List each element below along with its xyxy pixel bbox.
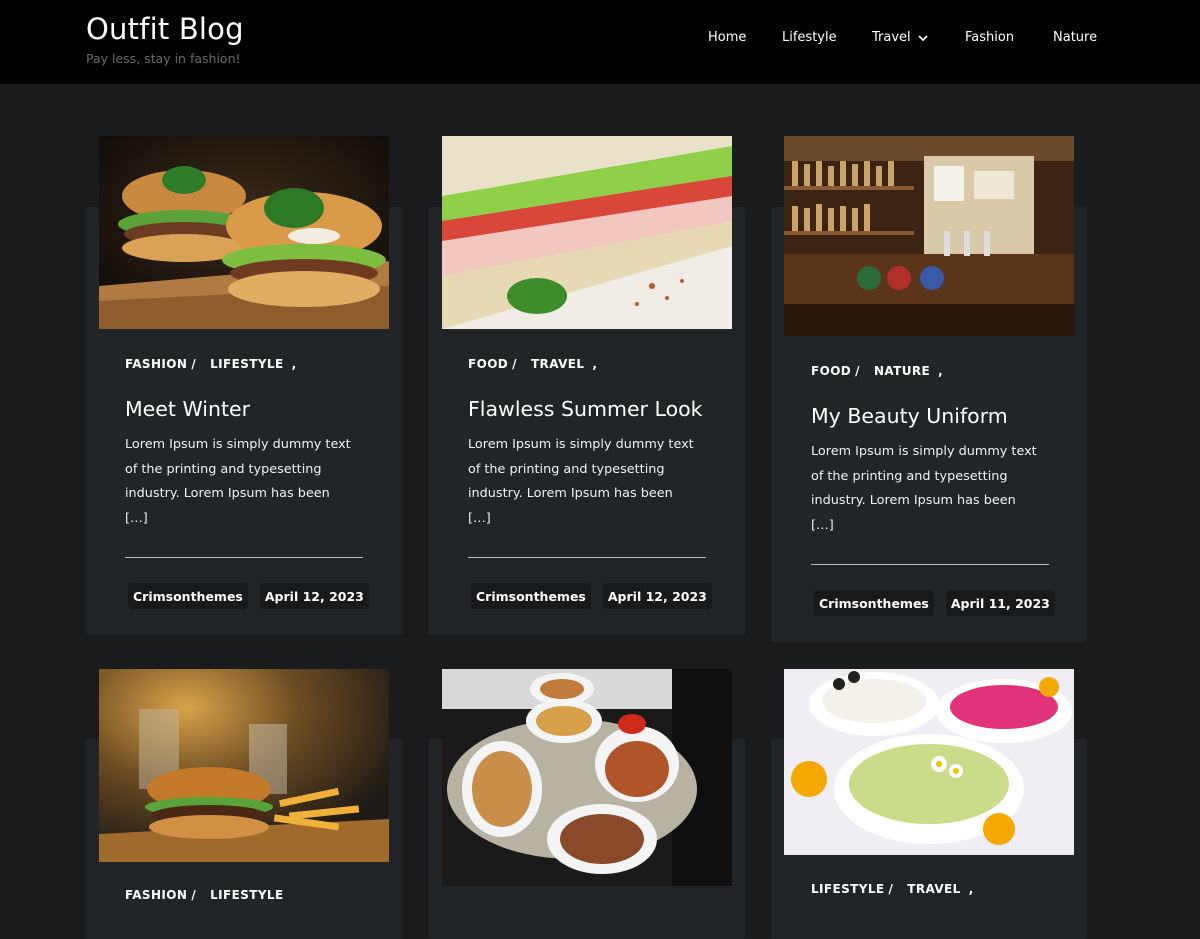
category-link[interactable]: FOOD [811,364,851,378]
post-title[interactable]: My Beauty Uniform [811,404,1008,428]
post-categories: FASHION / LIFESTYLE, [125,357,297,371]
sandwich-image[interactable] [442,136,732,329]
bar-counter-image[interactable] [784,136,1074,336]
excerpt-line: industry. Lorem Ipsum has been [811,493,1016,508]
divider [811,564,1049,565]
category-link[interactable]: TRAVEL [907,882,960,896]
divider [125,557,363,558]
divider [468,557,706,558]
excerpt-line: industry. Lorem Ipsum has been [468,486,673,501]
burger-fries-image[interactable] [99,669,389,862]
site-header: Outfit Blog Pay less, stay in fashion! H… [0,0,1200,84]
post-title[interactable]: Flawless Summer Look [468,397,703,421]
main-nav: Home Lifestyle Travel Fashion Nature [0,30,1200,50]
category-link[interactable]: LIFESTYLE [811,882,884,896]
dip-bowls-image[interactable] [784,669,1074,855]
read-more-link[interactable]: […] [125,507,365,532]
read-more-link[interactable]: […] [468,507,708,532]
excerpt-line: Lorem Ipsum is simply dummy text [125,437,351,452]
nav-nature[interactable]: Nature [1053,30,1097,45]
author-link[interactable]: Crimsonthemes [471,583,591,609]
post-title[interactable]: Meet Winter [125,397,250,421]
excerpt-line: of the printing and typesetting [468,461,665,477]
category-link[interactable]: LIFESTYLE [210,357,283,371]
post-categories: LIFESTYLE / TRAVEL, [811,882,974,896]
category-separator: / [191,357,197,371]
site-tagline: Pay less, stay in fashion! [86,51,241,66]
category-link[interactable]: NATURE [874,364,930,378]
nav-travel-label: Travel [872,30,911,45]
category-link[interactable]: FOOD [468,357,508,371]
category-separator: , [291,357,297,371]
excerpt-line: Lorem Ipsum is simply dummy text [468,437,694,452]
date-link[interactable]: April 11, 2023 [945,590,1055,616]
post-meta: Crimsonthemes April 12, 2023 [471,583,712,609]
chevron-down-icon [918,34,928,41]
post-categories: FOOD / TRAVEL, [468,357,597,371]
category-separator: , [968,882,974,896]
post-excerpt: Lorem Ipsum is simply dummy text of the … [125,433,365,531]
excerpt-line: Lorem Ipsum is simply dummy text [811,444,1037,459]
nav-fashion[interactable]: Fashion [965,30,1014,45]
nav-home[interactable]: Home [708,30,746,45]
date-link[interactable]: April 12, 2023 [259,583,369,609]
category-link[interactable]: TRAVEL [531,357,584,371]
snack-platters-image[interactable] [442,669,732,886]
post-excerpt: Lorem Ipsum is simply dummy text of the … [811,440,1051,538]
read-more-link[interactable]: […] [811,514,1051,539]
excerpt-line: of the printing and typesetting [811,468,1008,484]
excerpt-line: industry. Lorem Ipsum has been [125,486,330,501]
category-link[interactable]: FASHION [125,357,187,371]
category-separator: , [592,357,598,371]
post-categories: FOOD / NATURE, [811,364,943,378]
category-separator: , [938,364,944,378]
post-meta: Crimsonthemes April 12, 2023 [128,583,369,609]
author-link[interactable]: Crimsonthemes [128,583,248,609]
category-separator: / [888,882,894,896]
excerpt-line: of the printing and typesetting [125,461,322,477]
post-meta: Crimsonthemes April 11, 2023 [814,590,1055,616]
nav-travel[interactable]: Travel [872,30,929,45]
nav-lifestyle[interactable]: Lifestyle [782,30,837,45]
burgers-on-board-image[interactable] [99,136,389,329]
author-link[interactable]: Crimsonthemes [814,590,934,616]
date-link[interactable]: April 12, 2023 [602,583,712,609]
category-separator: / [512,357,517,371]
post-excerpt: Lorem Ipsum is simply dummy text of the … [468,433,708,531]
category-separator: / [855,364,860,378]
